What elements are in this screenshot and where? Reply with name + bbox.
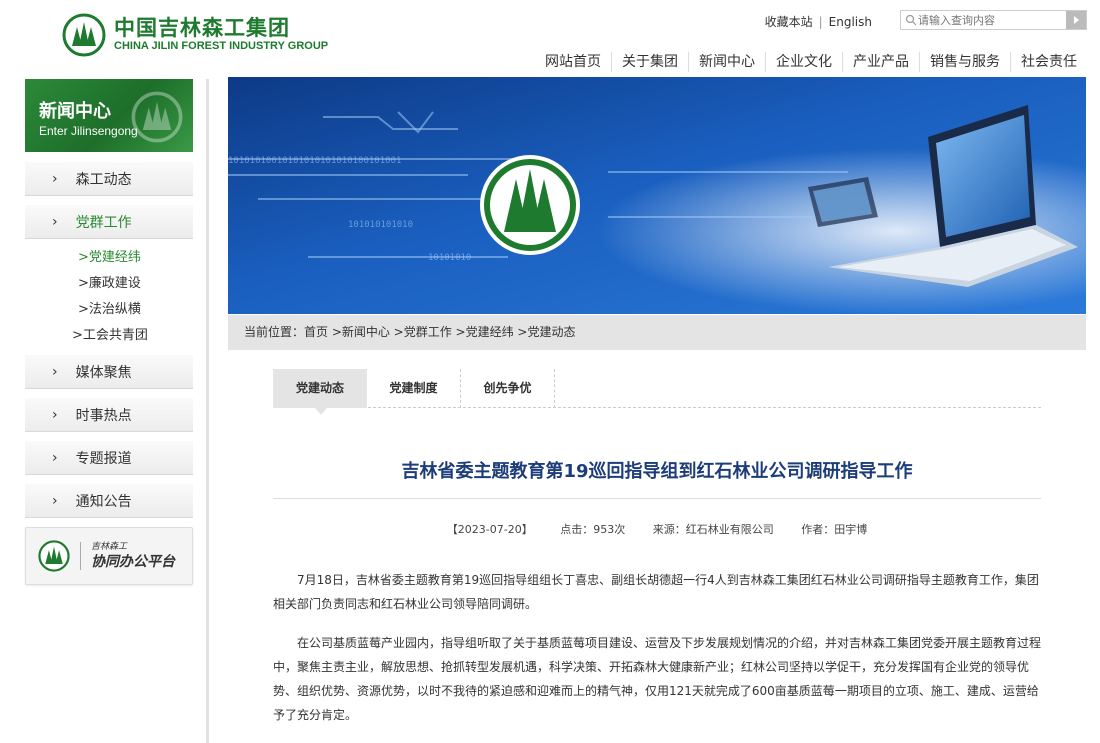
chevron-right-icon: ›	[52, 449, 58, 466]
article-source: 来源：红石林业有限公司	[652, 523, 774, 536]
divider: |	[818, 15, 823, 29]
sidebar-item-notices[interactable]: › 通知公告	[25, 484, 193, 518]
collaborative-office-platform-button[interactable]: 吉林森工 协同办公平台	[25, 527, 193, 585]
column-divider	[206, 79, 209, 743]
news-banner-image: 10101010010101010101010100101001 1010101…	[228, 77, 1086, 314]
main-nav: 网站首页 关于集团 新闻中心 企业文化 产业产品 销售与服务 社会责任	[535, 52, 1087, 72]
logo-title-cn: 中国吉林森工集团	[114, 16, 290, 40]
article-paragraph: 在公司基质蓝莓产业园内，指导组听取了关于基质蓝莓项目建设、运营及下步发展规划情况…	[273, 636, 1042, 722]
top-links: 收藏本站 | English	[765, 13, 872, 30]
sidebar-subitem-integrity[interactable]: >廉政建设	[25, 271, 193, 297]
sidebar-item-hot-topics[interactable]: › 时事热点	[25, 398, 193, 432]
search-input[interactable]	[918, 12, 1058, 28]
content-tabs: 党建动态 党建制度 创先争优	[273, 369, 1041, 415]
search-box	[900, 10, 1087, 30]
tab-party-news[interactable]: 党建动态	[273, 369, 367, 415]
sidebar-item-label: 森工动态	[75, 171, 132, 188]
article-title: 吉林省委主题教育第19巡回指导组到红石林业公司调研指导工作	[401, 461, 913, 482]
sidebar-item-label: 通知公告	[75, 493, 132, 510]
sidebar: 新闻中心 Enter Jilinsengong › 森工动态 › 党群工作 >党…	[25, 79, 193, 585]
svg-text:101010100101010101010101001010: 10101010010101010101010100101001	[228, 156, 401, 166]
site-logo[interactable]: 中国吉林森工集团 CHINA JILIN FOREST INDUSTRY GRO…	[62, 13, 328, 57]
svg-text:10101010: 10101010	[428, 253, 471, 263]
article-meta: 【2023-07-20】 点击：953次 来源：红石林业有限公司 作者：田宇博	[273, 521, 1041, 537]
search-icon	[905, 14, 917, 26]
nav-home[interactable]: 网站首页	[535, 52, 612, 72]
play-arrow-icon	[1073, 16, 1079, 24]
sidebar-subitem-party-building[interactable]: >党建经纬	[25, 245, 193, 271]
sidebar-item-special-reports[interactable]: › 专题报道	[25, 441, 193, 475]
chevron-right-icon: ›	[52, 170, 58, 187]
nav-about[interactable]: 关于集团	[612, 52, 689, 72]
sidebar-subitem-rule-of-law[interactable]: >法治纵横	[25, 297, 193, 323]
nav-culture[interactable]: 企业文化	[766, 52, 843, 72]
divider	[273, 498, 1041, 499]
svg-text:101010101010: 101010101010	[348, 220, 413, 230]
sidebar-sublist: >党建经纬 >廉政建设 >法治纵横 >工会共青团	[25, 239, 193, 351]
sidebar-item-media-focus[interactable]: › 媒体聚焦	[25, 355, 193, 389]
jilin-forest-logo-icon	[62, 13, 106, 57]
article-clicks: 点击：953次	[560, 523, 626, 536]
chevron-right-icon: ›	[52, 406, 58, 423]
divider	[80, 542, 81, 570]
nav-products[interactable]: 产业产品	[843, 52, 920, 72]
sidebar-item-label: 媒体聚焦	[75, 364, 132, 381]
chevron-right-icon: ›	[52, 492, 58, 509]
sidebar-subitem-union-youth[interactable]: >工会共青团	[25, 323, 193, 349]
nav-social-responsibility[interactable]: 社会责任	[1011, 52, 1087, 72]
sidebar-header: 新闻中心 Enter Jilinsengong	[25, 79, 193, 152]
sidebar-item-label: 专题报道	[75, 450, 132, 467]
tab-party-system[interactable]: 党建制度	[367, 369, 461, 408]
jilin-forest-logo-icon	[38, 540, 70, 572]
nav-news[interactable]: 新闻中心	[689, 52, 766, 72]
article-paragraph: 7月18日，吉林省委主题教育第19巡回指导组组长丁喜忠、副组长胡德超一行4人到吉…	[273, 573, 1039, 611]
article-author: 作者：田宇博	[801, 523, 868, 536]
sidebar-item-label: 党群工作	[75, 214, 132, 231]
platform-name-label: 协同办公平台	[91, 553, 175, 570]
sidebar-item-label: 时事热点	[75, 407, 132, 424]
article-body: 7月18日，吉林省委主题教育第19巡回指导组组长丁喜忠、副组长胡德超一行4人到吉…	[273, 568, 1041, 742]
nav-sales-service[interactable]: 销售与服务	[920, 52, 1011, 72]
tab-excellence[interactable]: 创先争优	[461, 369, 555, 408]
article-date: 【2023-07-20】	[446, 523, 533, 536]
chevron-right-icon: ›	[52, 213, 58, 230]
logo-title-en: CHINA JILIN FOREST INDUSTRY GROUP	[114, 40, 329, 52]
breadcrumb: 当前位置：首页 >新闻中心 >党群工作 >党建经纬 >党建动态	[228, 315, 1086, 350]
sidebar-item-party-work[interactable]: › 党群工作	[25, 205, 193, 239]
search-submit-button[interactable]	[1066, 11, 1086, 29]
sidebar-item-forest-news[interactable]: › 森工动态	[25, 162, 193, 196]
banner-graphic: 10101010010101010101010100101001 1010101…	[228, 77, 1086, 314]
favorite-link[interactable]: 收藏本站	[765, 15, 813, 29]
english-link[interactable]: English	[829, 15, 872, 29]
platform-brand-label: 吉林森工	[91, 541, 128, 552]
logo-watermark-icon	[131, 91, 183, 143]
chevron-right-icon: ›	[52, 363, 58, 380]
